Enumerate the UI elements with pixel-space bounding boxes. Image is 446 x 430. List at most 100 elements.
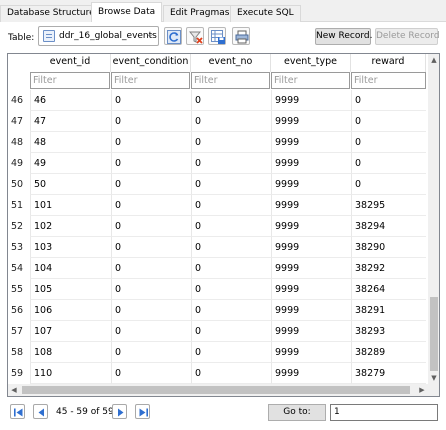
tab-execute-sql[interactable]: Execute SQL — [230, 5, 301, 22]
cell-event-id[interactable]: 50 — [30, 174, 111, 195]
table-row[interactable]: 57 107 0 0 9999 38293 — [8, 321, 426, 342]
scroll-right-icon[interactable]: ▶ — [416, 384, 428, 396]
cell-event-condition[interactable]: 0 — [111, 321, 191, 342]
cell-reward[interactable]: 0 — [351, 132, 426, 153]
table-row[interactable]: 55 105 0 0 9999 38264 — [8, 279, 426, 300]
cell-event-type[interactable]: 9999 — [271, 237, 351, 258]
cell-event-id[interactable]: 106 — [30, 300, 111, 321]
cell-event-type[interactable]: 9999 — [271, 132, 351, 153]
cell-event-condition[interactable]: 0 — [111, 216, 191, 237]
cell-reward[interactable]: 38293 — [351, 321, 426, 342]
cell-event-id[interactable]: 103 — [30, 237, 111, 258]
cell-event-condition[interactable]: 0 — [111, 132, 191, 153]
cell-event-type[interactable]: 9999 — [271, 174, 351, 195]
table-row[interactable]: 47 47 0 0 9999 0 — [8, 111, 426, 132]
cell-event-condition[interactable]: 0 — [111, 153, 191, 174]
table-row[interactable]: 46 46 0 0 9999 0 — [8, 90, 426, 111]
cell-event-id[interactable]: 48 — [30, 132, 111, 153]
cell-event-no[interactable]: 0 — [191, 111, 271, 132]
cell-event-type[interactable]: 9999 — [271, 195, 351, 216]
table-row[interactable]: 51 101 0 0 9999 38295 — [8, 195, 426, 216]
filter-input-event-id[interactable]: Filter — [30, 72, 110, 89]
cell-reward[interactable]: 38279 — [351, 363, 426, 384]
table-row[interactable]: 59 110 0 0 9999 38279 — [8, 363, 426, 384]
cell-event-id[interactable]: 46 — [30, 90, 111, 111]
column-header-event-type[interactable]: event_type — [271, 54, 351, 72]
table-row[interactable]: 52 102 0 0 9999 38294 — [8, 216, 426, 237]
delete-record-button[interactable]: Delete Record — [375, 28, 440, 45]
cell-event-no[interactable]: 0 — [191, 258, 271, 279]
last-page-button[interactable] — [135, 404, 150, 419]
cell-event-id[interactable]: 101 — [30, 195, 111, 216]
table-row[interactable]: 53 103 0 0 9999 38290 — [8, 237, 426, 258]
goto-input[interactable]: 1 — [330, 404, 438, 421]
tab-edit-pragmas[interactable]: Edit Pragmas — [163, 5, 237, 22]
cell-reward[interactable]: 38290 — [351, 237, 426, 258]
cell-event-type[interactable]: 9999 — [271, 300, 351, 321]
cell-event-condition[interactable]: 0 — [111, 111, 191, 132]
table-select[interactable]: ddr_16_global_events ⌵ — [38, 26, 159, 46]
cell-reward[interactable]: 0 — [351, 153, 426, 174]
print-button[interactable] — [232, 27, 250, 45]
table-row[interactable]: 50 50 0 0 9999 0 — [8, 174, 426, 195]
next-page-button[interactable] — [112, 404, 127, 419]
column-header-event-condition[interactable]: event_condition — [111, 54, 191, 72]
cell-event-type[interactable]: 9999 — [271, 321, 351, 342]
scroll-up-icon[interactable]: ▲ — [428, 54, 439, 66]
cell-event-type[interactable]: 9999 — [271, 279, 351, 300]
cell-event-id[interactable]: 102 — [30, 216, 111, 237]
table-row[interactable]: 48 48 0 0 9999 0 — [8, 132, 426, 153]
cell-event-id[interactable]: 104 — [30, 258, 111, 279]
cell-event-type[interactable]: 9999 — [271, 153, 351, 174]
cell-event-condition[interactable]: 0 — [111, 300, 191, 321]
clear-filters-button[interactable] — [186, 27, 204, 45]
cell-reward[interactable]: 38264 — [351, 279, 426, 300]
refresh-button[interactable] — [164, 27, 182, 45]
cell-event-id[interactable]: 105 — [30, 279, 111, 300]
cell-event-no[interactable]: 0 — [191, 216, 271, 237]
cell-event-condition[interactable]: 0 — [111, 237, 191, 258]
cell-event-type[interactable]: 9999 — [271, 90, 351, 111]
cell-event-condition[interactable]: 0 — [111, 258, 191, 279]
cell-event-type[interactable]: 9999 — [271, 111, 351, 132]
cell-event-no[interactable]: 0 — [191, 153, 271, 174]
cell-event-condition[interactable]: 0 — [111, 90, 191, 111]
cell-event-type[interactable]: 9999 — [271, 258, 351, 279]
table-row[interactable]: 54 104 0 0 9999 38292 — [8, 258, 426, 279]
save-table-button[interactable] — [208, 27, 226, 45]
cell-event-no[interactable]: 0 — [191, 90, 271, 111]
horizontal-scroll-thumb[interactable] — [22, 386, 410, 394]
cell-event-no[interactable]: 0 — [191, 237, 271, 258]
scroll-left-icon[interactable]: ◀ — [8, 384, 20, 396]
column-header-event-id[interactable]: event_id — [30, 54, 111, 72]
cell-event-no[interactable]: 0 — [191, 174, 271, 195]
cell-event-type[interactable]: 9999 — [271, 342, 351, 363]
column-header-reward[interactable]: reward — [351, 54, 426, 72]
table-row[interactable]: 56 106 0 0 9999 38291 — [8, 300, 426, 321]
cell-reward[interactable]: 38295 — [351, 195, 426, 216]
column-header-event-no[interactable]: event_no — [191, 54, 271, 72]
cell-event-no[interactable]: 0 — [191, 132, 271, 153]
table-row[interactable]: 58 108 0 0 9999 38289 — [8, 342, 426, 363]
cell-reward[interactable]: 38292 — [351, 258, 426, 279]
cell-reward[interactable]: 38294 — [351, 216, 426, 237]
cell-event-condition[interactable]: 0 — [111, 363, 191, 384]
table-row[interactable]: 49 49 0 0 9999 0 — [8, 153, 426, 174]
cell-event-no[interactable]: 0 — [191, 279, 271, 300]
cell-reward[interactable]: 0 — [351, 111, 426, 132]
cell-event-type[interactable]: 9999 — [271, 363, 351, 384]
cell-event-no[interactable]: 0 — [191, 363, 271, 384]
cell-event-id[interactable]: 110 — [30, 363, 111, 384]
filter-input-reward[interactable]: Filter — [351, 72, 426, 89]
cell-event-type[interactable]: 9999 — [271, 216, 351, 237]
cell-event-id[interactable]: 107 — [30, 321, 111, 342]
cell-event-no[interactable]: 0 — [191, 321, 271, 342]
vertical-scrollbar[interactable]: ▲ ▼ — [428, 54, 439, 384]
cell-event-condition[interactable]: 0 — [111, 174, 191, 195]
tab-database-structure[interactable]: Database Structure — [0, 5, 102, 22]
filter-input-event-type[interactable]: Filter — [271, 72, 350, 89]
new-record-button[interactable]: New Record. — [315, 28, 372, 45]
cell-event-id[interactable]: 108 — [30, 342, 111, 363]
vertical-scroll-thumb[interactable] — [430, 297, 438, 371]
cell-event-no[interactable]: 0 — [191, 300, 271, 321]
